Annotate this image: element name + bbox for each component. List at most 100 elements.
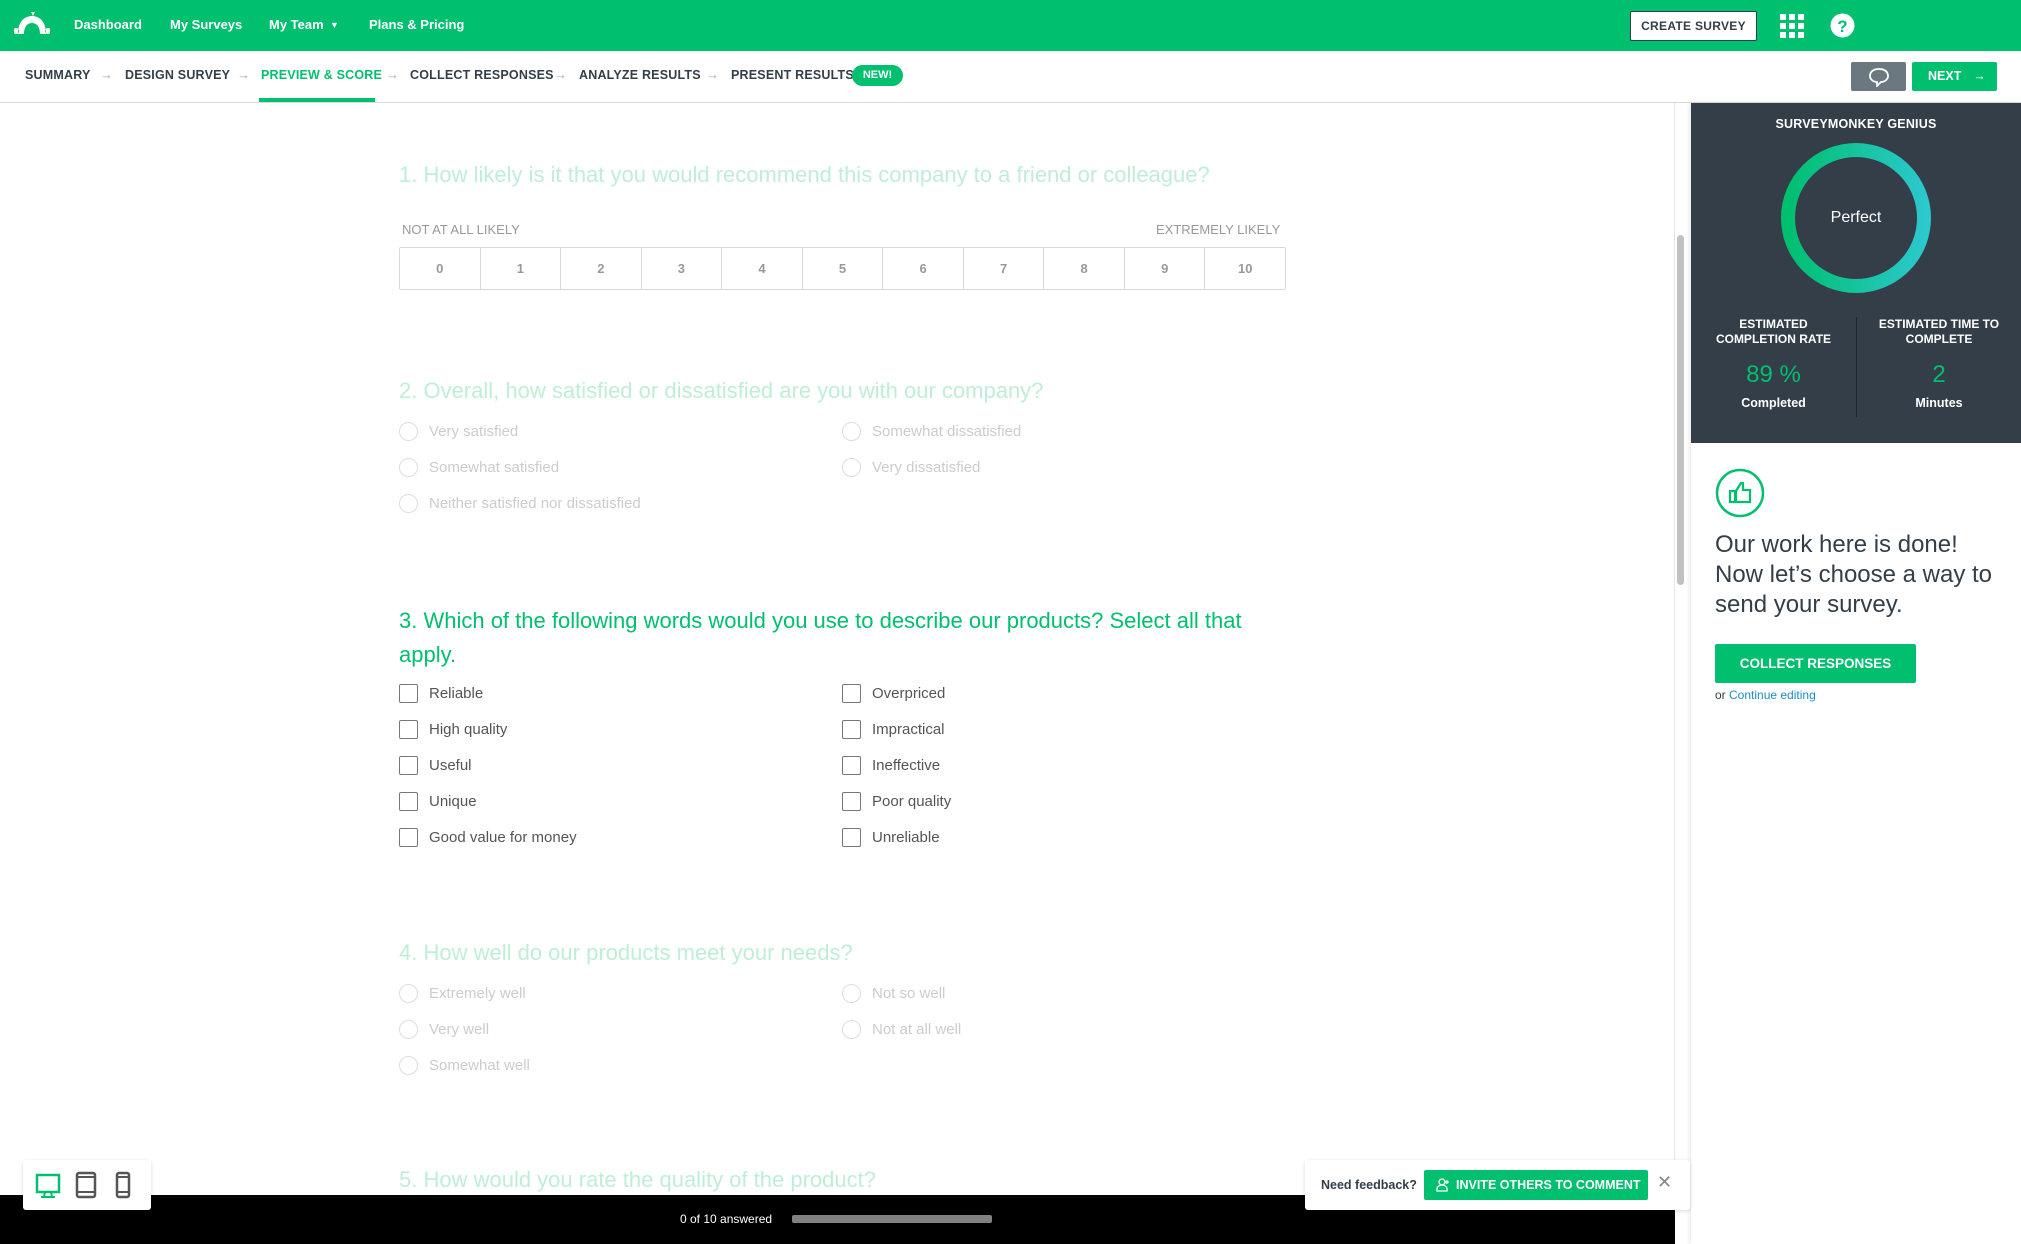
checkbox[interactable] <box>399 720 418 739</box>
radio-option[interactable]: Somewhat satisfied <box>399 458 559 477</box>
checkbox[interactable] <box>842 828 861 847</box>
scale-option[interactable]: 1 <box>481 248 562 289</box>
close-icon[interactable]: ✕ <box>1657 1172 1672 1193</box>
option-label: Unique <box>429 793 477 810</box>
collect-responses-button[interactable]: COLLECT RESPONSES <box>1715 644 1916 683</box>
scale-option[interactable]: 8 <box>1044 248 1125 289</box>
radio-option[interactable]: Very satisfied <box>399 422 518 441</box>
checkbox[interactable] <box>842 756 861 775</box>
option-label: Not at all well <box>872 1021 962 1038</box>
time-value: 2 <box>1932 361 1946 388</box>
option-label: Poor quality <box>872 793 952 810</box>
surveymonkey-logo-icon[interactable] <box>14 12 50 38</box>
checkbox[interactable] <box>399 792 418 811</box>
option-label: Somewhat dissatisfied <box>872 423 1022 440</box>
option-label: Overpriced <box>872 685 946 702</box>
nav-my-surveys[interactable]: My Surveys <box>170 17 242 32</box>
radio-option[interactable]: Not at all well <box>842 1020 961 1039</box>
radio-button[interactable] <box>399 1056 418 1075</box>
help-icon[interactable]: ? <box>1830 13 1855 38</box>
radio-button[interactable] <box>399 984 418 1003</box>
step-present-results[interactable]: PRESENT RESULTS <box>731 68 854 82</box>
radio-button[interactable] <box>842 458 861 477</box>
scale-option[interactable]: 2 <box>561 248 642 289</box>
invite-label: INVITE OTHERS TO COMMENT <box>1456 1178 1641 1192</box>
checkbox-option[interactable]: Overpriced <box>842 684 945 703</box>
apps-grid-icon[interactable] <box>1780 14 1804 38</box>
arrow-right-icon: → <box>100 67 113 82</box>
scale-high-label: EXTREMELY LIKELY <box>1156 222 1281 237</box>
checkbox[interactable] <box>399 828 418 847</box>
time-sub: Minutes <box>1915 396 1963 410</box>
radio-button[interactable] <box>399 422 418 441</box>
checkbox[interactable] <box>842 684 861 703</box>
radio-option[interactable]: Somewhat dissatisfied <box>842 422 1021 441</box>
nav-my-team[interactable]: My Team <box>269 17 324 32</box>
checkbox-option[interactable]: Reliable <box>399 684 483 703</box>
radio-button[interactable] <box>399 458 418 477</box>
checkbox-option[interactable]: Good value for money <box>399 828 577 847</box>
radio-option[interactable]: Somewhat well <box>399 1056 530 1075</box>
invite-others-button[interactable]: INVITE OTHERS TO COMMENT <box>1424 1170 1648 1200</box>
radio-option[interactable]: Not so well <box>842 984 945 1003</box>
step-summary[interactable]: SUMMARY <box>25 68 91 82</box>
step-design-survey[interactable]: DESIGN SURVEY <box>125 68 230 82</box>
checkbox[interactable] <box>842 720 861 739</box>
radio-button[interactable] <box>842 984 861 1003</box>
active-step-indicator <box>259 98 375 102</box>
step-preview-score[interactable]: PREVIEW & SCORE <box>261 68 382 82</box>
arrow-right-icon: → <box>1973 69 1986 83</box>
comments-button[interactable] <box>1851 62 1906 91</box>
done-message: Our work here is done! Now let’s choose … <box>1715 531 1993 618</box>
option-label: Neither satisfied nor dissatisfied <box>429 495 641 512</box>
nav-plans-pricing[interactable]: Plans & Pricing <box>369 17 464 32</box>
question-5-title: 5. How would you rate the quality of the… <box>399 1167 876 1192</box>
next-button[interactable]: NEXT → <box>1912 62 1997 91</box>
option-label: Very well <box>429 1021 490 1038</box>
radio-option[interactable]: Extremely well <box>399 984 526 1003</box>
radio-button[interactable] <box>399 1020 418 1039</box>
scrollbar[interactable] <box>1677 235 1684 585</box>
checkbox-option[interactable]: Unreliable <box>842 828 940 847</box>
progress-bar <box>792 1215 992 1223</box>
checkbox[interactable] <box>842 792 861 811</box>
completion-rate-sub: Completed <box>1741 396 1806 410</box>
checkbox-option[interactable]: High quality <box>399 720 507 739</box>
device-preview-toggle <box>23 1160 151 1210</box>
scale-option[interactable]: 5 <box>803 248 884 289</box>
scale-option[interactable]: 0 <box>400 248 481 289</box>
question-4-title: 4. How well do our products meet your ne… <box>399 940 853 965</box>
scale-option[interactable]: 7 <box>964 248 1045 289</box>
scale-option[interactable]: 10 <box>1205 248 1285 289</box>
arrow-right-icon: → <box>237 67 250 82</box>
step-collect-responses[interactable]: COLLECT RESPONSES <box>410 68 554 82</box>
option-label: High quality <box>429 721 508 738</box>
question-1-title: 1. How likely is it that you would recom… <box>399 162 1210 187</box>
tablet-icon[interactable] <box>75 1171 97 1199</box>
continue-editing-link[interactable]: Continue editing <box>1729 688 1816 702</box>
scale-option[interactable]: 6 <box>883 248 964 289</box>
desktop-icon[interactable] <box>35 1173 61 1199</box>
checkbox-option[interactable]: Poor quality <box>842 792 951 811</box>
radio-button[interactable] <box>399 494 418 513</box>
checkbox-option[interactable]: Ineffective <box>842 756 940 775</box>
checkbox[interactable] <box>399 684 418 703</box>
checkbox[interactable] <box>399 756 418 775</box>
radio-option[interactable]: Very well <box>399 1020 489 1039</box>
option-label: Impractical <box>872 721 945 738</box>
mobile-icon[interactable] <box>115 1171 131 1199</box>
checkbox-option[interactable]: Impractical <box>842 720 945 739</box>
scale-option[interactable]: 4 <box>722 248 803 289</box>
radio-button[interactable] <box>842 422 861 441</box>
radio-button[interactable] <box>842 1020 861 1039</box>
radio-option[interactable]: Very dissatisfied <box>842 458 980 477</box>
radio-option[interactable]: Neither satisfied nor dissatisfied <box>399 494 641 513</box>
checkbox-option[interactable]: Useful <box>399 756 472 775</box>
option-label: Ineffective <box>872 757 941 774</box>
create-survey-button[interactable]: CREATE SURVEY <box>1630 11 1757 41</box>
scale-option[interactable]: 3 <box>642 248 723 289</box>
step-analyze-results[interactable]: ANALYZE RESULTS <box>579 68 701 82</box>
checkbox-option[interactable]: Unique <box>399 792 477 811</box>
nav-dashboard[interactable]: Dashboard <box>74 17 142 32</box>
scale-option[interactable]: 9 <box>1125 248 1206 289</box>
